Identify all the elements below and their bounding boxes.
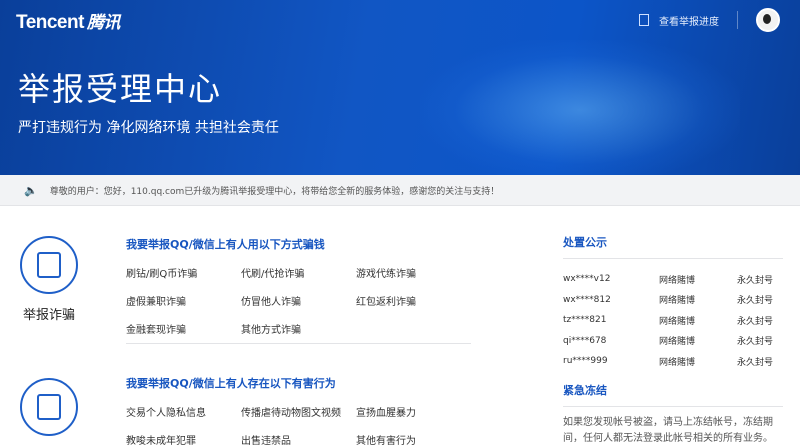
list-item: ru****999 网络賭博 永久封号 <box>563 356 773 368</box>
id-card-icon <box>20 378 78 436</box>
option-link[interactable]: 虚假兼职诈骗 <box>126 293 241 308</box>
notice-text: 尊敬的用户：您好，110.qq.com已升级为腾讯举报受理中心，将带给您全新的服… <box>49 186 500 197</box>
fraud-category[interactable]: 举报诈骗 <box>20 236 78 323</box>
fraud-section-title: 我要举报QQ/微信上有人用以下方式骗钱 <box>126 238 325 251</box>
wallet-icon <box>20 236 78 294</box>
option-link[interactable]: 刷钻/刷Q币诈骗 <box>126 265 241 280</box>
section-divider <box>126 343 471 344</box>
freeze-title: 紧急冻结 <box>563 382 783 407</box>
divider <box>737 11 738 29</box>
freeze-description: 如果您发现帐号被盗，请马上冻结帐号，冻结期间，任何人都无法登录此帐号相关的所有业… <box>563 416 773 444</box>
category-label: 举报诈骗 <box>22 308 75 323</box>
page-subtitle: 严打违规行为 净化网络环境 共担社会责任 <box>18 120 279 136</box>
option-link[interactable]: 传播虐待动物图文视频 <box>241 404 356 419</box>
option-link[interactable]: 教唆未成年犯罪 <box>126 432 241 447</box>
page-title: 举报受理中心 <box>18 70 223 108</box>
option-link[interactable]: 宣扬血腥暴力 <box>356 404 471 419</box>
main-content: 举报诈骗 我要举报QQ/微信上有人用以下方式骗钱 刷钻/刷Q币诈骗 代刷/代抢诈… <box>0 206 800 447</box>
disposal-title: 处置公示 <box>563 234 783 259</box>
fraud-options: 刷钻/刷Q币诈骗 代刷/代抢诈骗 游戏代练诈骗 虚假兼职诈骗 仿冒他人诈骗 红包… <box>126 265 471 336</box>
harmful-section-title: 我要举报QQ/微信上有人存在以下有害行为 <box>126 377 336 390</box>
hero-banner: Tencent 腾讯 查看举报进度 举报受理中心 严打违规行为 净化网络环境 共担… <box>0 0 800 175</box>
disposal-list: wx****v12 网络賭博 永久封号 wx****812 网络賭博 永久封号 tz**… <box>563 269 783 372</box>
tencent-logo[interactable]: Tencent 腾讯 <box>16 8 120 34</box>
option-link[interactable]: 代刷/代抢诈骗 <box>241 265 356 280</box>
option-link[interactable]: 其他方式诈骗 <box>241 321 356 336</box>
list-item: wx****v12 网络賭博 永久封号 <box>563 274 773 286</box>
brand-cn: 腾讯 <box>86 13 121 32</box>
notice-bar: 🔈 尊敬的用户：您好，110.qq.com已升级为腾讯举报受理中心，将带给您全新… <box>0 175 800 206</box>
list-item: tz****821 网络賭博 永久封号 <box>563 315 773 327</box>
shield-illustration <box>420 40 740 175</box>
progress-link[interactable]: 查看举报进度 <box>659 13 719 28</box>
option-link[interactable]: 仿冒他人诈骗 <box>241 293 356 308</box>
harmful-category[interactable] <box>20 378 78 436</box>
option-link[interactable]: 金融套现诈骗 <box>126 321 241 336</box>
option-link[interactable]: 红包返利诈骗 <box>356 293 471 308</box>
option-link[interactable]: 游戏代练诈骗 <box>356 265 471 280</box>
document-icon <box>639 14 649 26</box>
option-link[interactable]: 其他有害行为 <box>356 432 471 447</box>
list-item: wx****812 网络賭博 永久封号 <box>563 294 773 307</box>
option-link[interactable]: 出售违禁品 <box>241 432 356 447</box>
speaker-icon: 🔈 <box>24 183 38 197</box>
top-nav: 查看举报进度 <box>639 8 780 32</box>
list-item: qi****678 网络賭博 永久封号 <box>563 335 773 348</box>
user-avatar-icon[interactable] <box>756 8 780 32</box>
brand-en: Tencent <box>16 12 84 33</box>
sidebar: 处置公示 wx****v12 网络賭博 永久封号 wx****812 网络賭博 永久封号… <box>563 206 783 447</box>
option-link[interactable]: 交易个人隐私信息 <box>126 404 241 419</box>
